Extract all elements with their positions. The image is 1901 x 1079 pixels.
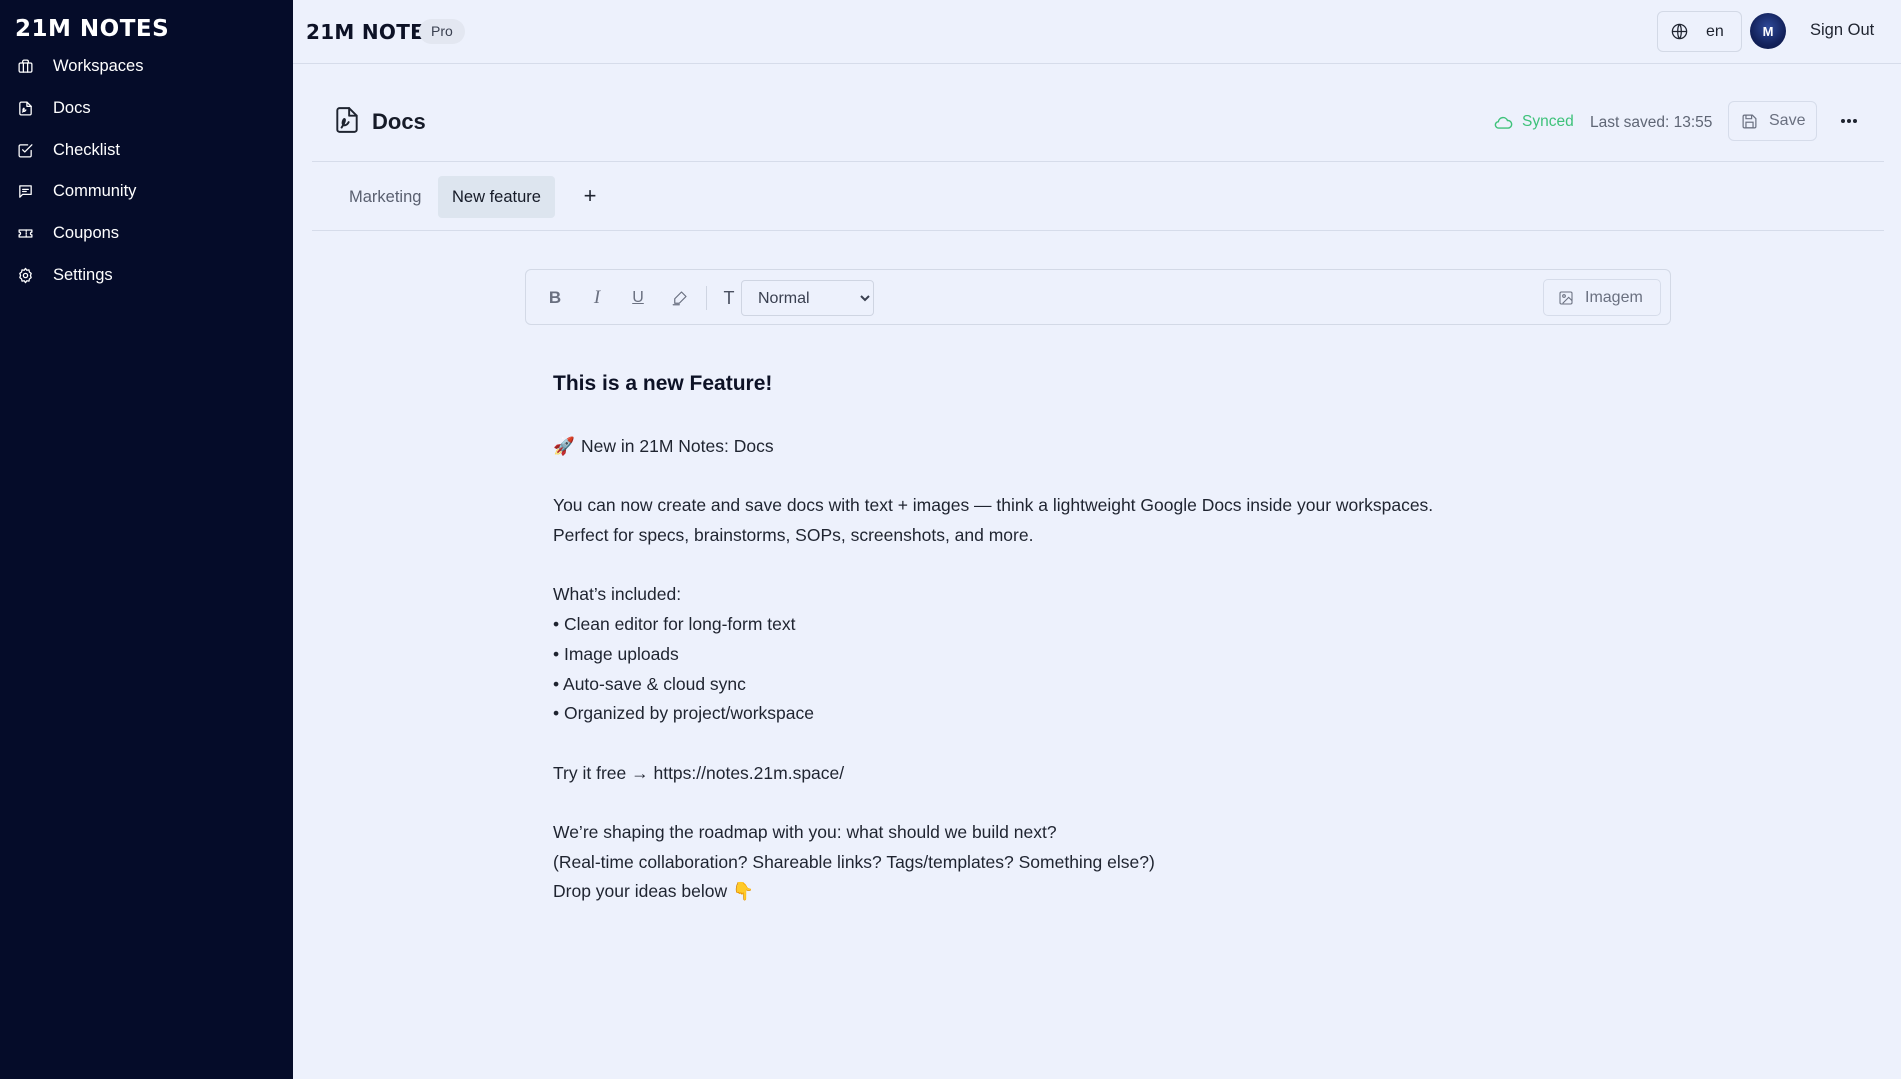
file-signature-icon [19, 101, 32, 116]
avatar[interactable]: M [1750, 13, 1786, 49]
checkbox-icon [18, 143, 33, 158]
page-title: Docs [372, 109, 426, 134]
sidebar-item-label: Community [53, 182, 137, 201]
avatar-initial: M [1762, 23, 1774, 39]
sidebar-nav: Workspaces Docs Checklist Community Coup… [0, 46, 293, 296]
bold-button[interactable]: B [542, 285, 568, 311]
drop-ideas-line: Drop your ideas below 👇 [553, 877, 1653, 907]
sign-out-button[interactable]: Sign Out [1810, 21, 1874, 40]
editor-toolbar: B I U T Normal Imagem [525, 269, 1671, 325]
announce-line: 🚀 New in 21M Notes: Docs [553, 432, 1653, 462]
sync-status-text: Synced [1522, 113, 1574, 130]
cloud-icon [1494, 116, 1513, 129]
highlighter-icon [672, 291, 687, 306]
sidebar-item-workspaces[interactable]: Workspaces [0, 46, 293, 88]
briefcase-icon [18, 59, 33, 74]
floppy-icon [1742, 114, 1757, 128]
paragraph-line: Perfect for specs, brainstorms, SOPs, sc… [553, 525, 1034, 546]
globe-icon [1671, 23, 1688, 40]
more-options-button[interactable] [1835, 107, 1863, 135]
doc-heading: This is a new Feature! [553, 372, 773, 395]
plan-badge: Pro [419, 19, 465, 44]
paragraph-line: You can now create and save docs with te… [553, 495, 1434, 516]
sidebar-item-label: Workspaces [53, 57, 144, 76]
paragraph-line: We’re shaping the roadmap with you: what… [553, 821, 1057, 842]
sidebar-item-label: Coupons [53, 224, 120, 243]
top-header: 21M NOTES Pro en M Sign Out [293, 0, 1901, 64]
chat-icon [19, 185, 32, 199]
doc-header: Docs Synced Last saved: 13:55 Save [312, 64, 1884, 162]
doc-tabs: Marketing New feature + [312, 162, 1884, 231]
text-style-select[interactable]: Normal [741, 280, 874, 316]
gear-icon [19, 267, 32, 284]
underline-button[interactable]: U [625, 285, 651, 311]
sidebar-brand-logo[interactable]: 21M NOTES [15, 16, 169, 42]
language-switcher[interactable]: en [1657, 11, 1742, 52]
try-link-line: Try it free → https://notes.21m.space/ [553, 762, 845, 783]
insert-image-button[interactable]: Imagem [1543, 279, 1661, 316]
add-tab-button[interactable]: + [577, 184, 603, 210]
tab-marketing[interactable]: Marketing [335, 176, 435, 218]
pointing-down-icon: 👇 [732, 882, 754, 903]
ticket-icon [18, 229, 33, 238]
paragraph-line: (Real-time collaboration? Shareable link… [553, 851, 1155, 872]
toolbar-divider [706, 286, 707, 310]
sidebar-item-coupons[interactable]: Coupons [0, 213, 293, 255]
sidebar: 21M NOTES Workspaces Docs Checklist Comm… [0, 0, 293, 1079]
included-title: What’s included: [553, 584, 682, 605]
sidebar-item-label: Checklist [53, 140, 120, 159]
rocket-icon: 🚀 [553, 437, 575, 457]
sidebar-item-settings[interactable]: Settings [0, 254, 293, 296]
italic-button[interactable]: I [584, 285, 610, 311]
save-button[interactable]: Save [1728, 101, 1817, 141]
list-item: • Auto-save & cloud sync [553, 673, 746, 694]
tab-new-feature[interactable]: New feature [438, 176, 555, 218]
document-editor[interactable]: This is a new Feature! 🚀 New in 21M Notes… [553, 372, 1653, 907]
list-item: • Organized by project/workspace [553, 703, 814, 724]
announce-text: New in 21M Notes: Docs [581, 436, 774, 456]
ellipsis-icon [1841, 119, 1857, 123]
language-code: en [1706, 22, 1724, 40]
sidebar-item-label: Settings [53, 265, 113, 284]
drop-ideas-text: Drop your ideas below [553, 881, 728, 902]
insert-image-label: Imagem [1585, 288, 1643, 306]
sidebar-item-checklist[interactable]: Checklist [0, 129, 293, 171]
list-item: • Clean editor for long-form text [553, 614, 796, 635]
list-item: • Image uploads [553, 643, 679, 664]
last-saved-timestamp: Last saved: 13:55 [1590, 114, 1713, 131]
sidebar-item-community[interactable]: Community [0, 171, 293, 213]
sync-status: Synced [1494, 113, 1574, 131]
image-icon [1559, 290, 1573, 305]
save-button-label: Save [1769, 112, 1806, 129]
sidebar-item-label: Docs [53, 99, 91, 118]
sidebar-item-docs[interactable]: Docs [0, 88, 293, 130]
file-signature-icon [334, 106, 360, 134]
highlight-button[interactable] [667, 285, 693, 311]
text-size-icon[interactable]: T [716, 285, 742, 311]
